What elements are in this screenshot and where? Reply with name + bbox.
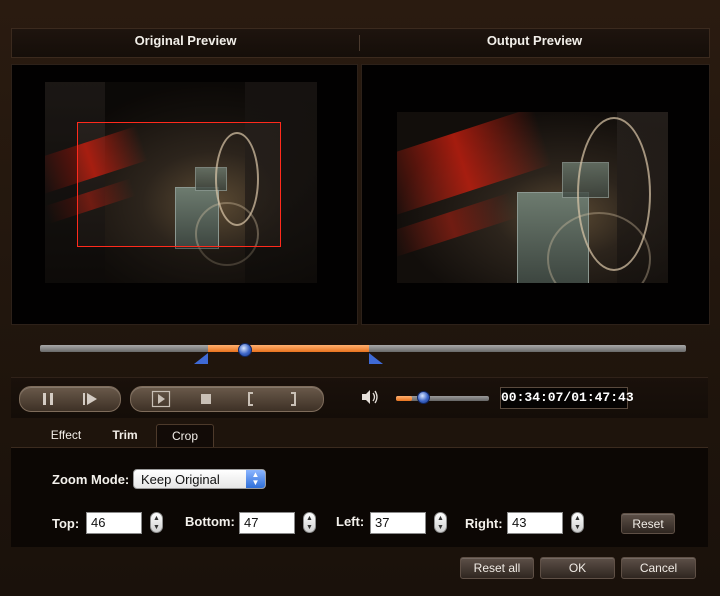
left-field[interactable]: 37 xyxy=(370,512,426,534)
output-preview-pane xyxy=(361,64,710,325)
left-stepper[interactable]: ▲ ▼ xyxy=(434,512,447,533)
reset-button[interactable]: Reset xyxy=(621,513,675,534)
cancel-button[interactable]: Cancel xyxy=(621,557,696,579)
output-preview-title: Output Preview xyxy=(486,33,583,48)
mark-out-button[interactable] xyxy=(279,387,307,411)
step-button[interactable] xyxy=(147,387,175,411)
play-controls-group xyxy=(19,386,121,412)
volume-slider[interactable] xyxy=(396,396,489,401)
mark-in-icon xyxy=(248,392,253,406)
speaker-icon xyxy=(362,390,378,404)
original-preview-title: Original Preview xyxy=(134,33,237,48)
output-video-frame xyxy=(397,112,668,283)
tab-trim[interactable]: Trim xyxy=(102,424,148,448)
mark-out-icon xyxy=(291,392,296,406)
zoom-mode-label: Zoom Mode: xyxy=(52,472,130,487)
bottom-field[interactable]: 47 xyxy=(239,512,295,534)
crop-selection-rect[interactable] xyxy=(77,122,281,247)
next-frame-icon xyxy=(83,393,97,405)
zoom-mode-select[interactable]: Keep Original ▲ ▼ xyxy=(133,469,266,489)
step-icon xyxy=(151,390,171,408)
stop-button[interactable] xyxy=(192,387,220,411)
preview-header: Original Preview Output Preview xyxy=(11,28,710,58)
edit-controls-group xyxy=(130,386,324,412)
volume-knob[interactable] xyxy=(416,391,430,404)
original-preview-pane xyxy=(11,64,358,325)
mark-in-button[interactable] xyxy=(237,387,265,411)
right-field[interactable]: 43 xyxy=(507,512,563,534)
top-stepper[interactable]: ▲ ▼ xyxy=(150,512,163,533)
volume-button[interactable] xyxy=(360,388,380,411)
trim-start-marker[interactable] xyxy=(193,353,208,364)
tab-crop[interactable]: Crop xyxy=(156,424,214,448)
next-frame-button[interactable] xyxy=(76,387,104,411)
top-label: Top: xyxy=(52,516,80,531)
pause-icon xyxy=(43,393,53,405)
stop-icon xyxy=(201,394,211,404)
right-label: Right: xyxy=(465,516,503,531)
ok-button[interactable]: OK xyxy=(540,557,615,579)
zoom-mode-value: Keep Original xyxy=(141,472,220,487)
trim-end-marker[interactable] xyxy=(369,353,384,364)
volume-level xyxy=(396,396,412,401)
trim-selection-range xyxy=(207,345,370,352)
bottom-stepper[interactable]: ▲ ▼ xyxy=(303,512,316,533)
playhead-knob[interactable] xyxy=(237,343,252,357)
top-field[interactable]: 46 xyxy=(86,512,142,534)
left-label: Left: xyxy=(336,514,365,529)
tab-effect[interactable]: Effect xyxy=(36,424,96,448)
select-arrows-icon: ▲ ▼ xyxy=(246,470,265,488)
reset-all-button[interactable]: Reset all xyxy=(460,557,534,579)
pause-button[interactable] xyxy=(34,387,62,411)
timeline-slider[interactable] xyxy=(40,345,686,352)
time-display: 00:34:07/01:47:43 xyxy=(500,387,634,409)
playback-controls: 00:34:07/01:47:43 xyxy=(11,377,708,418)
right-stepper[interactable]: ▲ ▼ xyxy=(571,512,584,533)
bottom-label: Bottom: xyxy=(185,514,235,529)
original-video-frame xyxy=(45,82,317,283)
crop-editor-window: Original Preview Output Preview 00:34:07… xyxy=(0,0,720,596)
